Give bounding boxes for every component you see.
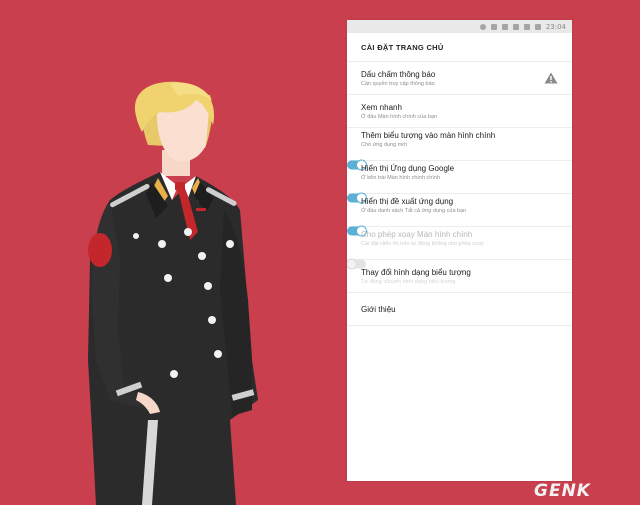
setting-home-rotation: Cho phép xoay Màn hình chính Cài đặt Hiể… [347,227,572,269]
setting-subtitle: Cần quyền truy cập thông báo [361,80,435,87]
alarm-icon [479,23,486,30]
setting-subtitle: Ở đầu danh sách Tất cả ứng dụng của bạn [361,208,467,214]
setting-title: Hiển thị Ứng dụng Google [361,164,455,173]
wifi-icon [512,23,519,30]
setting-icon-shape[interactable]: Thay đổi hình dạng biểu tượng Tự động ch… [347,260,572,293]
setting-show-google-app[interactable]: Hiển thị Ứng dụng Google Ở bên trái Màn … [347,161,572,203]
phone-screen: 23:04 CÀI ĐẶT TRANG CHỦ Dấu chấm thông b… [347,20,572,481]
setting-title: Xem nhanh [361,102,402,112]
setting-title: Thay đổi hình dạng biểu tượng [361,267,471,277]
setting-notification-dots[interactable]: Dấu chấm thông báo Cần quyền truy cập th… [347,62,572,95]
notification-icon [490,23,497,30]
setting-quick-view[interactable]: Xem nhanh Ở đầu Màn hình chính của bạn [347,95,572,128]
uniform-character-illustration [88,81,258,505]
setting-app-suggestions[interactable]: Hiển thị đề xuất ứng dụng Ở đầu danh sác… [347,194,572,236]
battery-icon [534,23,541,30]
watermark-text: GENK [534,481,591,501]
setting-title: Dấu chấm thông báo [361,69,436,79]
setting-add-icons-to-home[interactable]: Thêm biểu tượng vào màn hình chính Cho ứ… [347,128,572,170]
setting-subtitle: Ở đầu Màn hình chính của bạn [361,113,437,120]
setting-title: Giới thiệu [361,304,396,314]
genk-watermark-logo: GENK [534,481,591,501]
page-title: CÀI ĐẶT TRANG CHỦ [347,33,572,62]
signal-icon [523,23,530,30]
nfc-icon [501,23,508,30]
setting-subtitle: Cho ứng dụng mới [361,142,408,148]
setting-subtitle: Cài đặt Hiển thị trên tự động không cho … [361,241,484,247]
setting-title: Thêm biểu tượng vào màn hình chính [361,131,496,140]
setting-about[interactable]: Giới thiệu [347,293,572,326]
status-time: 23:04 [545,22,566,31]
setting-subtitle: Ở bên trái Màn hình chính chính [361,175,441,181]
status-bar: 23:04 [347,20,572,33]
setting-title: Cho phép xoay Màn hình chính [361,230,473,239]
warning-icon [544,72,558,84]
setting-subtitle: Tự động chuyển hình dạng biểu tượng [361,278,456,285]
setting-title: Hiển thị đề xuất ứng dụng [361,197,454,206]
